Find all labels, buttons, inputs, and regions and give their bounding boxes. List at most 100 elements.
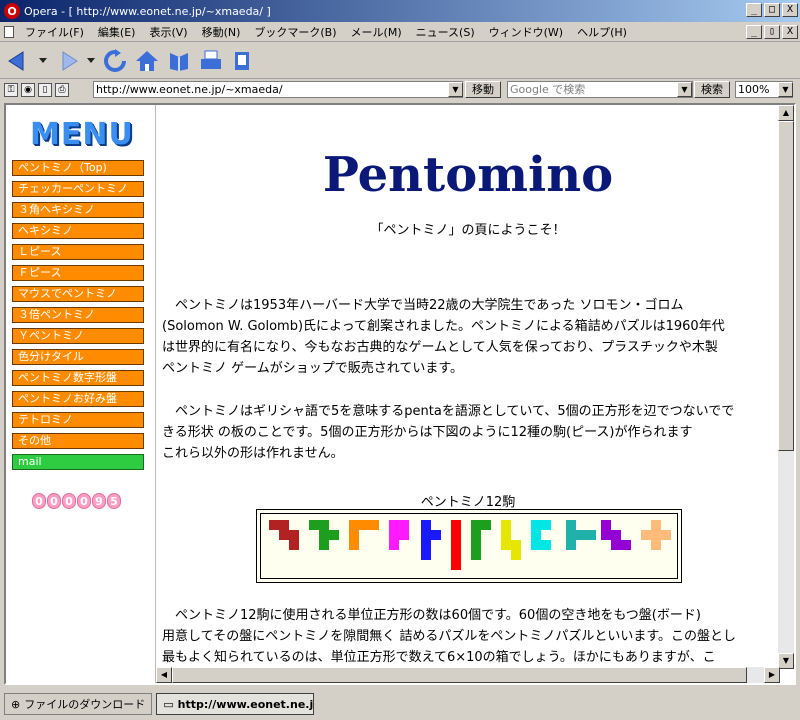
- doc-close-button[interactable]: X: [782, 25, 798, 39]
- menu-file[interactable]: ファイル(F): [18, 24, 91, 40]
- pentomino-piece-y2: [421, 520, 441, 560]
- doc-restore-button[interactable]: ▯: [764, 25, 780, 39]
- menu-news[interactable]: ニュース(S): [409, 24, 482, 40]
- nav-item-number-boards[interactable]: ペントミノ数字形盤: [12, 370, 144, 386]
- counter-digit: 0: [32, 493, 46, 509]
- back-icon[interactable]: [6, 48, 32, 74]
- page-viewport: MENU ペントミノ（Top) チェッカーペントミノ ３角ヘキシミノ ヘキシミノ…: [4, 103, 796, 685]
- counter-digit: 0: [62, 493, 76, 509]
- nav-item-f-piece[interactable]: Ｆピース: [12, 265, 144, 281]
- nav-item-others[interactable]: その他: [12, 433, 144, 449]
- pentomino-piece-n: [501, 520, 521, 560]
- nav-item-tetromino[interactable]: テトロミノ: [12, 412, 144, 428]
- menu-view[interactable]: 表示(V): [142, 24, 194, 40]
- menu-edit[interactable]: 編集(E): [91, 24, 143, 40]
- definition-paragraph: ペントミノはギリシャ語で5を意味するpentaを語源としていて、5個の正方形を辺…: [162, 404, 735, 461]
- lock-icon[interactable]: ⚿: [4, 83, 18, 97]
- reload-icon[interactable]: [102, 48, 128, 74]
- page-tab[interactable]: ▭ http://www.eonet.ne.jp/~xmaeda/: [156, 693, 315, 715]
- nav-item-color-tiles[interactable]: 色分けタイル: [12, 349, 144, 365]
- doc-minimize-button[interactable]: _: [746, 25, 762, 39]
- menu-bookmarks[interactable]: ブックマーク(B): [247, 24, 343, 40]
- page-tab-label: http://www.eonet.ne.jp/~xmaeda/: [177, 697, 314, 711]
- page-tab-icon: ▭: [163, 697, 174, 711]
- pentomino-piece-i: [451, 520, 461, 570]
- menu-bar: ファイル(F) 編集(E) 表示(V) 移動(N) ブックマーク(B) メール(…: [0, 22, 800, 42]
- pentomino-piece-w2: [601, 520, 631, 550]
- nav-item-checker-pentomino[interactable]: チェッカーペントミノ: [12, 181, 144, 197]
- back-dropdown-icon[interactable]: [38, 48, 48, 74]
- home-icon[interactable]: [134, 48, 160, 74]
- pentomino-piece-l: [471, 520, 491, 560]
- vertical-scroll-thumb[interactable]: [778, 121, 794, 451]
- menu-logo: MENU: [30, 117, 134, 152]
- menu-navigation[interactable]: 移動(N): [195, 24, 248, 40]
- pentomino-piece-p: [389, 520, 409, 550]
- search-engine-dropdown-icon[interactable]: ▼: [677, 82, 692, 97]
- opera-logo-icon: O: [4, 3, 20, 19]
- page-title: Pentomino: [322, 147, 614, 203]
- counter-digit: 0: [77, 493, 91, 509]
- scroll-down-icon[interactable]: ▼: [778, 653, 794, 669]
- horizontal-scroll-thumb[interactable]: [172, 667, 747, 683]
- camera-icon[interactable]: ◉: [21, 83, 35, 97]
- page-icon[interactable]: ▯: [38, 83, 52, 97]
- close-button[interactable]: X: [782, 3, 798, 17]
- menu-mail[interactable]: メール(M): [344, 24, 409, 40]
- pieces-diagram: [269, 520, 671, 570]
- pentomino-piece-v: [349, 520, 379, 550]
- minimize-button[interactable]: _: [746, 3, 762, 17]
- hotlist-icon[interactable]: [166, 48, 192, 74]
- pentomino-piece-t: [566, 520, 596, 550]
- nav-list: ペントミノ（Top) チェッカーペントミノ ３角ヘキシミノ ヘキシミノ Ｌピース…: [12, 160, 145, 475]
- pieces-figure: [256, 509, 682, 583]
- pentomino-piece-u: [531, 520, 551, 550]
- visitor-counter: 0 0 0 0 9 5: [32, 493, 121, 509]
- nav-item-mouse-pentomino[interactable]: マウスでペントミノ: [12, 286, 144, 302]
- figure-caption: ペントミノ12駒: [420, 495, 516, 510]
- print-preview-icon[interactable]: [230, 48, 256, 74]
- search-button[interactable]: 検索: [694, 81, 730, 98]
- print-icon[interactable]: [198, 48, 224, 74]
- address-input[interactable]: http://www.eonet.ne.jp/~xmaeda/: [93, 81, 463, 98]
- downloads-tab[interactable]: ⊕ ファイルのダウンロード: [4, 693, 153, 715]
- nav-item-y-pentomino[interactable]: Ｙペントミノ: [12, 328, 144, 344]
- menu-window[interactable]: ウィンドウ(W): [482, 24, 570, 40]
- download-icon: ⊕: [11, 697, 21, 711]
- forward-icon[interactable]: [54, 48, 80, 74]
- menu-help[interactable]: ヘルプ(H): [570, 24, 634, 40]
- forward-dropdown-icon[interactable]: [86, 48, 96, 74]
- window-title: Opera - [ http://www.eonet.ne.jp/~xmaeda…: [24, 4, 271, 18]
- printer-small-icon[interactable]: ⎙: [55, 83, 69, 97]
- intro-paragraph: ペントミノは1953年ハーバード大学で当時22歳の大学院生であった ソロモン・ゴ…: [162, 298, 725, 376]
- scroll-left-icon[interactable]: ◀: [156, 667, 172, 683]
- nav-item-triple-pentomino[interactable]: ３倍ペントミノ: [12, 307, 144, 323]
- horizontal-scrollbar[interactable]: ◀ ▶: [156, 667, 780, 683]
- main-content: Pentomino 「ペントミノ」の頁にようこそ！ ペントミノは1953年ハーバ…: [158, 105, 778, 683]
- vertical-scrollbar[interactable]: ▲ ▼: [778, 105, 794, 669]
- go-button[interactable]: 移動: [465, 81, 501, 98]
- scroll-up-icon[interactable]: ▲: [778, 105, 794, 121]
- title-bar: O Opera - [ http://www.eonet.ne.jp/~xmae…: [0, 0, 800, 22]
- welcome-text: 「ペントミノ」の頁にようこそ！: [370, 223, 566, 238]
- maximize-button[interactable]: □: [764, 3, 780, 17]
- downloads-label: ファイルのダウンロード: [24, 698, 146, 711]
- nav-item-pentomino-top[interactable]: ペントミノ（Top): [12, 160, 144, 176]
- puzzle-paragraph: ペントミノ12駒に使用される単位正方形の数は60個です。60個の空き地をもつ盤(…: [162, 608, 737, 665]
- counter-digit: 9: [92, 493, 106, 509]
- scroll-right-icon[interactable]: ▶: [764, 667, 780, 683]
- nav-item-l-piece[interactable]: Ｌピース: [12, 244, 144, 260]
- nav-item-favorite-boards[interactable]: ペントミノお好み盤: [12, 391, 144, 407]
- search-input[interactable]: Google で検索: [507, 81, 693, 98]
- nav-item-triangle-hexiamond[interactable]: ３角ヘキシミノ: [12, 202, 144, 218]
- counter-digit: 5: [107, 493, 121, 509]
- pentomino-piece-w: [269, 520, 299, 550]
- nav-item-mail[interactable]: mail: [12, 454, 144, 470]
- counter-digit: 0: [47, 493, 61, 509]
- zoom-dropdown-icon[interactable]: ▼: [778, 82, 793, 97]
- pentomino-piece-y: [309, 520, 339, 550]
- status-bar: ⊕ ファイルのダウンロード ▭ http://www.eonet.ne.jp/~…: [0, 688, 800, 720]
- nav-item-hexiamond[interactable]: ヘキシミノ: [12, 223, 144, 239]
- sidebar: MENU ペントミノ（Top) チェッカーペントミノ ３角ヘキシミノ ヘキシミノ…: [6, 105, 156, 683]
- address-dropdown-icon[interactable]: ▼: [448, 82, 463, 97]
